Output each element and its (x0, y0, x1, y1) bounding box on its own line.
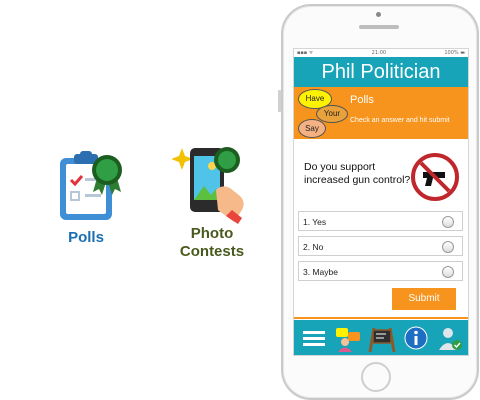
banner-title: Polls (350, 94, 374, 106)
bubble-say-text: Say (305, 124, 319, 133)
status-time: 21:00 (371, 50, 387, 56)
divider (294, 317, 468, 319)
menu-icon[interactable] (300, 324, 328, 352)
poll-option-label: 1. Yes (303, 217, 327, 227)
banner-subtitle: Check an answer and hit submit (350, 117, 450, 124)
poll-option-label: 2. No (303, 242, 324, 252)
poll-question: Do you support increased gun control? (304, 161, 411, 186)
polls-label: Polls (68, 229, 104, 246)
photo-contests-icon (171, 140, 256, 224)
bubble-have-text: Have (305, 94, 325, 103)
phone-home-button[interactable] (361, 362, 391, 392)
status-bar: ▪▪▪ ᯤ 21:00 100% ▬ (294, 49, 468, 57)
radio-button[interactable] (442, 241, 454, 253)
radio-button[interactable] (442, 266, 454, 278)
poll-option-yes[interactable]: 1. Yes (298, 211, 463, 231)
poll-option-label: 3. Maybe (303, 267, 338, 277)
radio-button[interactable] (442, 216, 454, 228)
battery-indicator: 100% ▬ (444, 50, 465, 56)
phone-camera-dot (376, 12, 381, 17)
bottom-nav (294, 320, 468, 355)
submit-button[interactable]: Submit (392, 288, 456, 310)
bubble-say: Say (298, 119, 326, 138)
poll-option-no[interactable]: 2. No (298, 236, 463, 256)
bubble-your-text: Your (323, 109, 341, 118)
polls-feature-icon (56, 150, 128, 224)
board-icon[interactable] (368, 324, 396, 353)
chat-icon[interactable] (334, 324, 362, 352)
poll-option-maybe[interactable]: 3. Maybe (298, 261, 463, 281)
app-title: Phil Politician (294, 57, 468, 87)
polls-banner: Have Your Say Polls Check an answer and … (294, 87, 468, 139)
phone-speaker (359, 25, 399, 29)
phone-screen: ▪▪▪ ᯤ 21:00 100% ▬ Phil Politician Have … (293, 48, 469, 356)
phone-side-button (278, 90, 281, 112)
profile-icon[interactable] (436, 324, 464, 352)
signal-indicator: ▪▪▪ ᯤ (297, 50, 314, 56)
info-icon[interactable] (402, 324, 430, 352)
no-gun-icon (411, 153, 459, 201)
photo-contests-label: Photo Contests (179, 225, 245, 260)
